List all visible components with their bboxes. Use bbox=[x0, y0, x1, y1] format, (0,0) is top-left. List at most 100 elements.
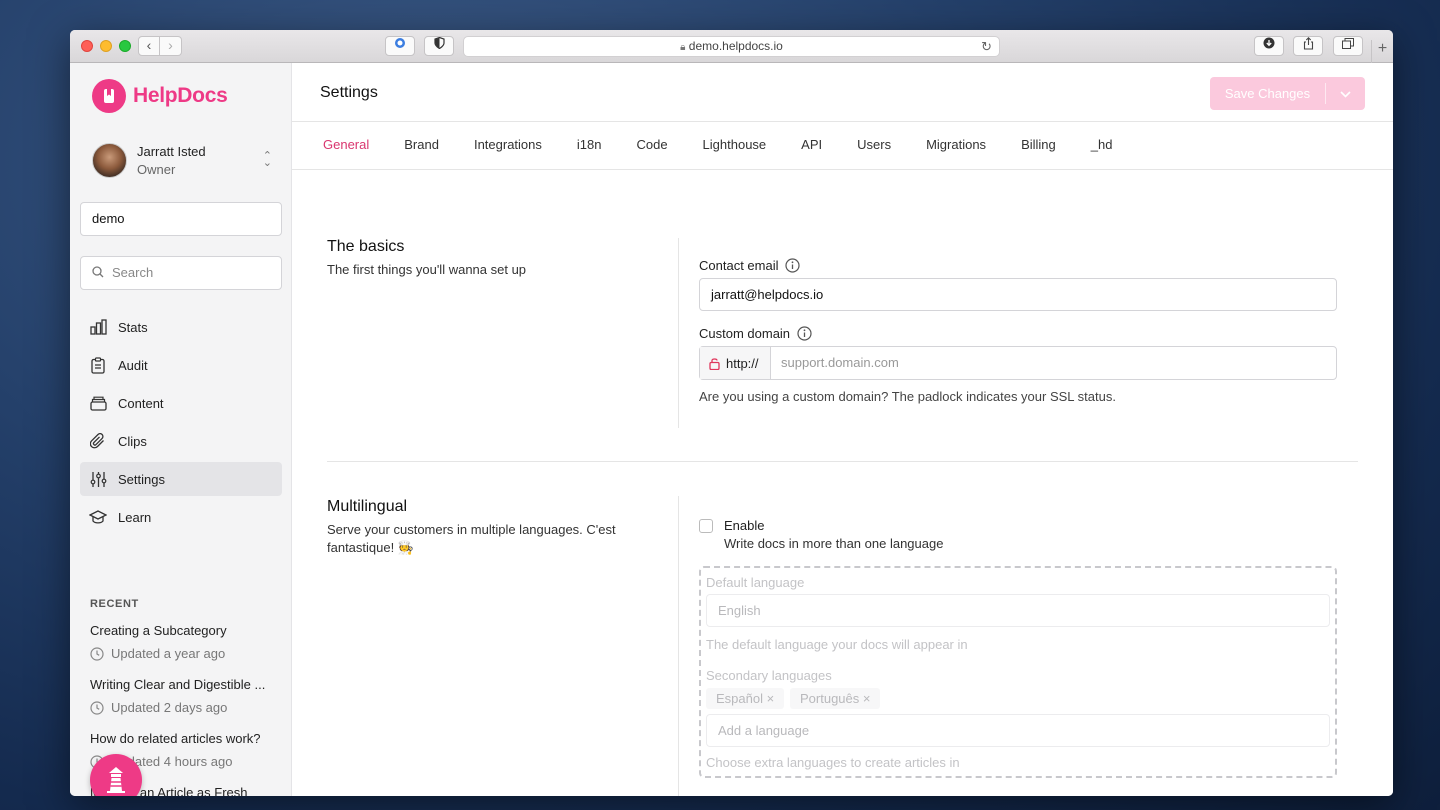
basics-title: The basics bbox=[327, 238, 405, 255]
tabs-icon bbox=[1342, 38, 1354, 49]
recent-item-meta: Updated 2 days ago bbox=[90, 700, 280, 715]
language-chip-espanol[interactable]: Español × bbox=[706, 688, 785, 709]
add-language-input[interactable]: Add a language bbox=[706, 714, 1330, 747]
address-bar[interactable]: 🔒︎ demo.helpdocs.io ↻ bbox=[463, 36, 1000, 57]
sidebar-item-stats[interactable]: Stats bbox=[80, 310, 282, 344]
brand-name: HelpDocs bbox=[133, 84, 228, 107]
sliders-icon bbox=[89, 470, 107, 488]
sidebar-item-label: Learn bbox=[118, 509, 152, 525]
search-icon bbox=[92, 257, 104, 289]
clock-icon bbox=[90, 646, 104, 661]
organization-input[interactable]: demo bbox=[80, 202, 282, 236]
tab-hd[interactable]: _hd bbox=[1091, 122, 1113, 169]
chevron-up-down-icon[interactable]: ⌃ ⌄ bbox=[263, 151, 272, 169]
sidebar-item-clips[interactable]: Clips bbox=[80, 424, 282, 458]
downloads-button[interactable] bbox=[1254, 36, 1284, 56]
tab-billing[interactable]: Billing bbox=[1021, 122, 1056, 169]
tab-general[interactable]: General bbox=[323, 122, 369, 169]
recent-item[interactable]: Creating a Subcategory Updated a year ag… bbox=[90, 623, 280, 661]
graduation-cap-icon bbox=[89, 508, 107, 526]
clock-icon bbox=[90, 700, 104, 715]
avatar bbox=[92, 143, 127, 178]
secondary-languages-label: Secondary languages bbox=[706, 668, 832, 683]
tabs-overview-button[interactable] bbox=[1333, 36, 1363, 56]
share-button[interactable] bbox=[1293, 36, 1323, 56]
new-tab-button[interactable]: + bbox=[1371, 40, 1393, 63]
multilingual-description: Serve your customers in multiple languag… bbox=[327, 522, 616, 555]
sidebar-item-audit[interactable]: Audit bbox=[80, 348, 282, 382]
password-manager-icon bbox=[395, 38, 405, 48]
password-extension-button[interactable] bbox=[385, 36, 415, 56]
default-language-help: The default language your docs will appe… bbox=[706, 637, 968, 652]
zoom-window-button[interactable] bbox=[119, 40, 131, 52]
chevron-down-icon[interactable] bbox=[1325, 83, 1365, 104]
bar-chart-icon bbox=[89, 318, 107, 336]
secondary-languages-help: Choose extra languages to create article… bbox=[706, 755, 960, 770]
sidebar-item-label: Clips bbox=[118, 433, 147, 449]
sidebar-item-learn[interactable]: Learn bbox=[80, 500, 282, 534]
contact-email-input[interactable]: jarratt@helpdocs.io bbox=[699, 278, 1337, 311]
tab-migrations[interactable]: Migrations bbox=[926, 122, 986, 169]
recent-item[interactable]: Writing Clear and Digestible ... Updated… bbox=[90, 677, 280, 715]
tab-i18n[interactable]: i18n bbox=[577, 122, 602, 169]
info-icon[interactable] bbox=[785, 258, 801, 273]
unlocked-padlock-icon bbox=[709, 357, 720, 370]
domain-protocol-prefix: http:// bbox=[700, 347, 771, 379]
custom-domain-label: Custom domain bbox=[699, 326, 812, 341]
tab-lighthouse[interactable]: Lighthouse bbox=[703, 122, 767, 169]
basics-description: The first things you'll wanna set up bbox=[327, 262, 527, 277]
recent-item-meta: Updated a year ago bbox=[90, 646, 280, 661]
enable-label[interactable]: Enable bbox=[724, 518, 764, 533]
main-content: Settings Save Changes General Brand Inte… bbox=[292, 63, 1393, 796]
custom-domain-field: http:// support.domain.com bbox=[699, 346, 1337, 380]
recent-item-title[interactable]: How do related articles work? bbox=[90, 731, 280, 746]
shield-icon bbox=[433, 36, 445, 50]
custom-domain-input[interactable]: support.domain.com bbox=[771, 347, 1336, 379]
brand-logo[interactable]: HelpDocs bbox=[92, 79, 228, 113]
sidebar-item-settings[interactable]: Settings bbox=[80, 462, 282, 496]
lighthouse-icon bbox=[107, 767, 125, 793]
section-divider bbox=[678, 496, 679, 796]
enable-multilingual-checkbox[interactable] bbox=[699, 519, 713, 533]
search-input[interactable]: Search bbox=[80, 256, 282, 290]
user-role: Owner bbox=[137, 162, 176, 177]
settings-tabs: General Brand Integrations i18n Code Lig… bbox=[292, 122, 1393, 170]
protocol-text: http:// bbox=[726, 355, 759, 371]
minimize-window-button[interactable] bbox=[100, 40, 112, 52]
custom-domain-label-text: Custom domain bbox=[699, 326, 791, 341]
user-switcher[interactable]: Jarratt Isted Owner ⌃ ⌄ bbox=[92, 143, 272, 178]
history-nav: ‹ › bbox=[138, 36, 182, 56]
recent-item-time: Updated a year ago bbox=[111, 646, 226, 661]
multilingual-title: Multilingual bbox=[327, 498, 408, 515]
tab-brand[interactable]: Brand bbox=[404, 122, 439, 169]
tab-api[interactable]: API bbox=[801, 122, 822, 169]
search-placeholder: Search bbox=[112, 265, 154, 280]
privacy-extension-button[interactable] bbox=[424, 36, 454, 56]
clipboard-icon bbox=[89, 356, 107, 374]
browser-window: ‹ › 🔒︎ demo.helpdocs.io ↻ + HelpDocs Jar… bbox=[70, 30, 1393, 796]
sidebar-item-content[interactable]: Content bbox=[80, 386, 282, 420]
recent-item-title[interactable]: Creating a Subcategory bbox=[90, 623, 280, 638]
tab-code[interactable]: Code bbox=[636, 122, 667, 169]
section-separator bbox=[327, 461, 1358, 462]
archive-icon bbox=[89, 394, 107, 412]
helpdocs-logo-icon bbox=[92, 79, 126, 113]
tab-integrations[interactable]: Integrations bbox=[474, 122, 542, 169]
back-button[interactable]: ‹ bbox=[138, 36, 160, 56]
sidebar-nav: Stats Audit Content Clips Settings Learn bbox=[80, 310, 282, 538]
contact-email-label: Contact email bbox=[699, 258, 801, 273]
page-title: Settings bbox=[320, 84, 378, 101]
language-chip-portugues[interactable]: Português × bbox=[790, 688, 881, 709]
reload-icon[interactable]: ↻ bbox=[981, 37, 992, 56]
recent-item-title[interactable]: Writing Clear and Digestible ... bbox=[90, 677, 280, 692]
section-divider bbox=[678, 238, 679, 428]
default-language-select[interactable]: English bbox=[706, 594, 1330, 627]
close-window-button[interactable] bbox=[81, 40, 93, 52]
recent-item-time: Updated 2 days ago bbox=[111, 700, 228, 715]
info-icon[interactable] bbox=[797, 326, 812, 341]
url-text: demo.helpdocs.io bbox=[688, 39, 783, 53]
lock-icon: 🔒︎ bbox=[680, 42, 686, 53]
forward-button[interactable]: › bbox=[160, 36, 182, 56]
tab-users[interactable]: Users bbox=[857, 122, 891, 169]
save-changes-button[interactable]: Save Changes bbox=[1210, 77, 1365, 110]
